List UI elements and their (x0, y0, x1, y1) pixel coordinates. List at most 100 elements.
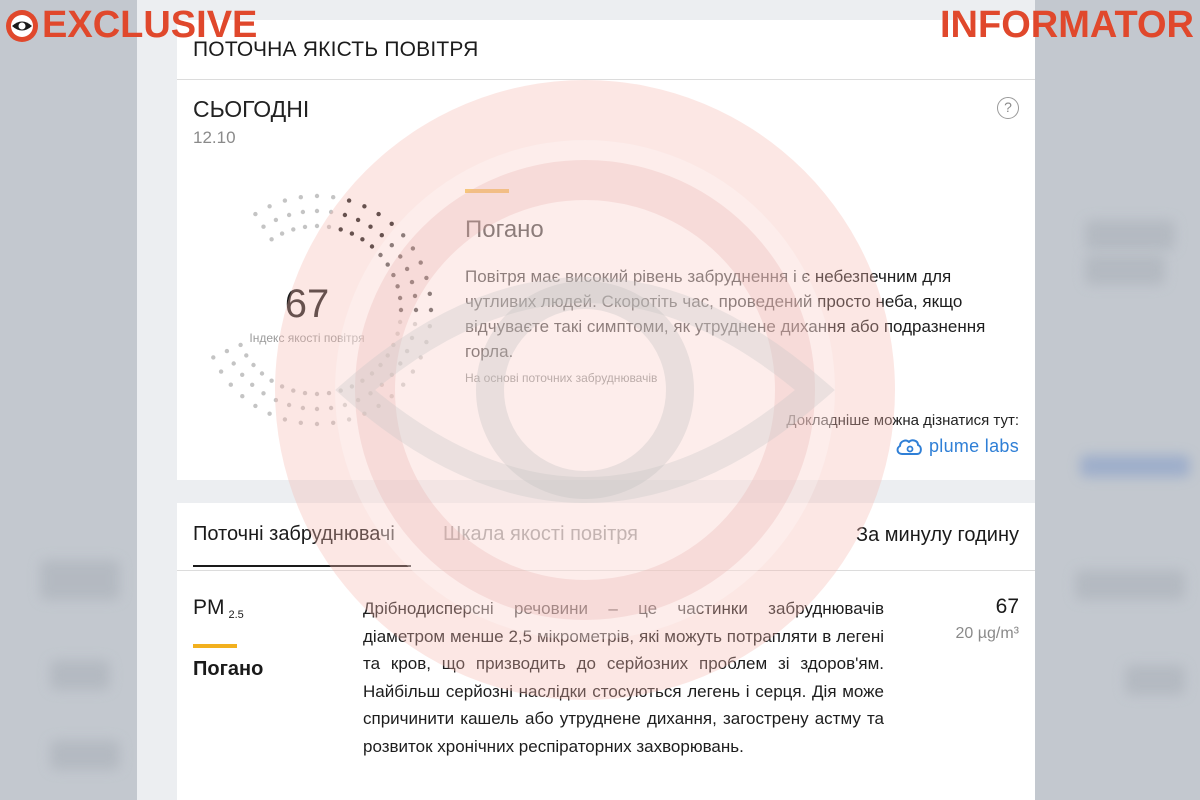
gauge-dot-active (355, 217, 361, 223)
gauge-dot (355, 397, 361, 403)
more-info-label: Докладніше можна дізнатися тут: (786, 412, 1019, 429)
gauge-dot (328, 405, 334, 411)
gauge-dot (269, 378, 274, 383)
pollutant-subscript: 2.5 (228, 609, 244, 621)
gauge-dot (291, 388, 296, 393)
gauge-dot-active (389, 243, 394, 248)
gauge-dot (240, 372, 245, 377)
gauge-dot (331, 195, 336, 200)
gauge-dot (279, 231, 285, 236)
period-label: За минулу годину (856, 524, 1019, 546)
gauge-dot (314, 208, 320, 214)
gauge-dot (298, 195, 303, 200)
gauge-dot (314, 391, 320, 397)
gauge-dot (228, 382, 233, 387)
gauge-dot (224, 348, 230, 354)
gauge-dot (231, 361, 236, 366)
gauge-dot (349, 384, 355, 389)
gauge-dot-active (368, 224, 373, 229)
gauge-dot (418, 355, 423, 360)
gauge-dot (267, 411, 272, 416)
gauge-dot (300, 405, 306, 411)
gauge-dot-active (398, 254, 403, 259)
gauge-dot (314, 193, 320, 199)
gauge-dot (244, 353, 249, 358)
gauge-dot (273, 217, 279, 223)
background-right (1035, 0, 1200, 800)
gauge-dot-active (401, 233, 406, 238)
pollutant-status: Погано (193, 658, 264, 680)
gauge-dot (211, 355, 216, 360)
gauge-dot (302, 224, 308, 230)
gauge-dot-active (385, 262, 390, 267)
air-quality-page: ПОТОЧНА ЯКІСТЬ ПОВІТРЯ СЬОГОДНІ 12.10 ? … (137, 0, 1035, 800)
gauge-dot-active (362, 204, 367, 209)
gauge-dot (251, 362, 256, 368)
gauge-dot-active (410, 246, 416, 251)
gauge-dot (253, 211, 258, 217)
aqi-label: Індекс якості повітря (249, 331, 365, 345)
pollutant-name: PM 2.5 (193, 596, 244, 621)
pollutant-name-main: PM (193, 596, 225, 619)
tab-air-quality-scale[interactable]: Шкала якості повітря (443, 523, 638, 546)
gauge-dot (379, 382, 384, 387)
gauge-dot (279, 384, 285, 389)
gauge-dot (401, 382, 406, 387)
status-accent-bar (465, 189, 509, 193)
gauge-dot (302, 390, 308, 396)
gauge-dot-active (378, 252, 383, 258)
gauge-dot (282, 198, 288, 203)
gauge-dot (259, 371, 265, 376)
gauge-dot (291, 227, 296, 232)
gauge-dot (253, 403, 258, 409)
help-icon[interactable]: ? (997, 97, 1019, 119)
gauge-dot-active (346, 198, 352, 203)
gauge-dot (389, 372, 394, 377)
gauge-dot (410, 369, 416, 374)
gauge-dot (314, 406, 320, 412)
gauge-dot (269, 237, 274, 242)
today-label: СЬОГОДНІ (193, 96, 310, 122)
status-note: На основі поточних забруднювачів (465, 371, 658, 385)
gauge-dot (286, 402, 292, 408)
gauge-dot-active (369, 244, 375, 249)
gauge-dot (240, 394, 245, 399)
plume-labs-link[interactable]: plume labs (895, 436, 1019, 457)
gauge-dot-active (338, 227, 343, 232)
gauge-dot (331, 420, 336, 425)
gauge-dot (369, 371, 375, 376)
gauge-dot (362, 411, 367, 416)
pollutant-concentration: 20 µg/m³ (955, 625, 1019, 642)
gauge-dot (376, 403, 381, 409)
date: 12.10 (193, 128, 236, 147)
current-air-quality-card: ПОТОЧНА ЯКІСТЬ ПОВІТРЯ СЬОГОДНІ 12.10 ? … (177, 20, 1035, 480)
gauge-dot (261, 391, 266, 396)
gauge-dot-active (391, 272, 396, 278)
gauge-dot (250, 382, 255, 387)
gauge-dot (282, 417, 288, 422)
provider-name: plume labs (928, 436, 1019, 456)
gauge-dot-active (349, 231, 355, 236)
gauge-dot (338, 388, 343, 393)
pollutant-index: 67 (995, 595, 1019, 618)
gauge-dot (300, 209, 306, 215)
gauge-dot-active (379, 233, 384, 238)
card-title: ПОТОЧНА ЯКІСТЬ ПОВІТРЯ (193, 38, 479, 61)
cloud-icon (896, 438, 922, 455)
status-description: Повітря має високий рівень забруднення і… (465, 267, 986, 361)
gauge-dot (326, 224, 332, 230)
gauge-dot (342, 402, 348, 408)
gauge-dot (286, 212, 292, 218)
gauge-dot (314, 421, 320, 427)
gauge-dot-active (424, 275, 429, 281)
gauge-dot-active (360, 237, 365, 242)
gauge-dot (298, 420, 303, 425)
gauge-dot-active (404, 266, 410, 272)
gauge-dot (326, 390, 332, 396)
gauge-dot (404, 348, 410, 354)
tab-current-pollutants[interactable]: Поточні забруднювачі (193, 523, 411, 567)
aqi-value: 67 (284, 282, 330, 326)
gauge-dot-active (342, 212, 348, 218)
gauge-dot (218, 369, 224, 374)
status-title: Погано (465, 216, 544, 243)
